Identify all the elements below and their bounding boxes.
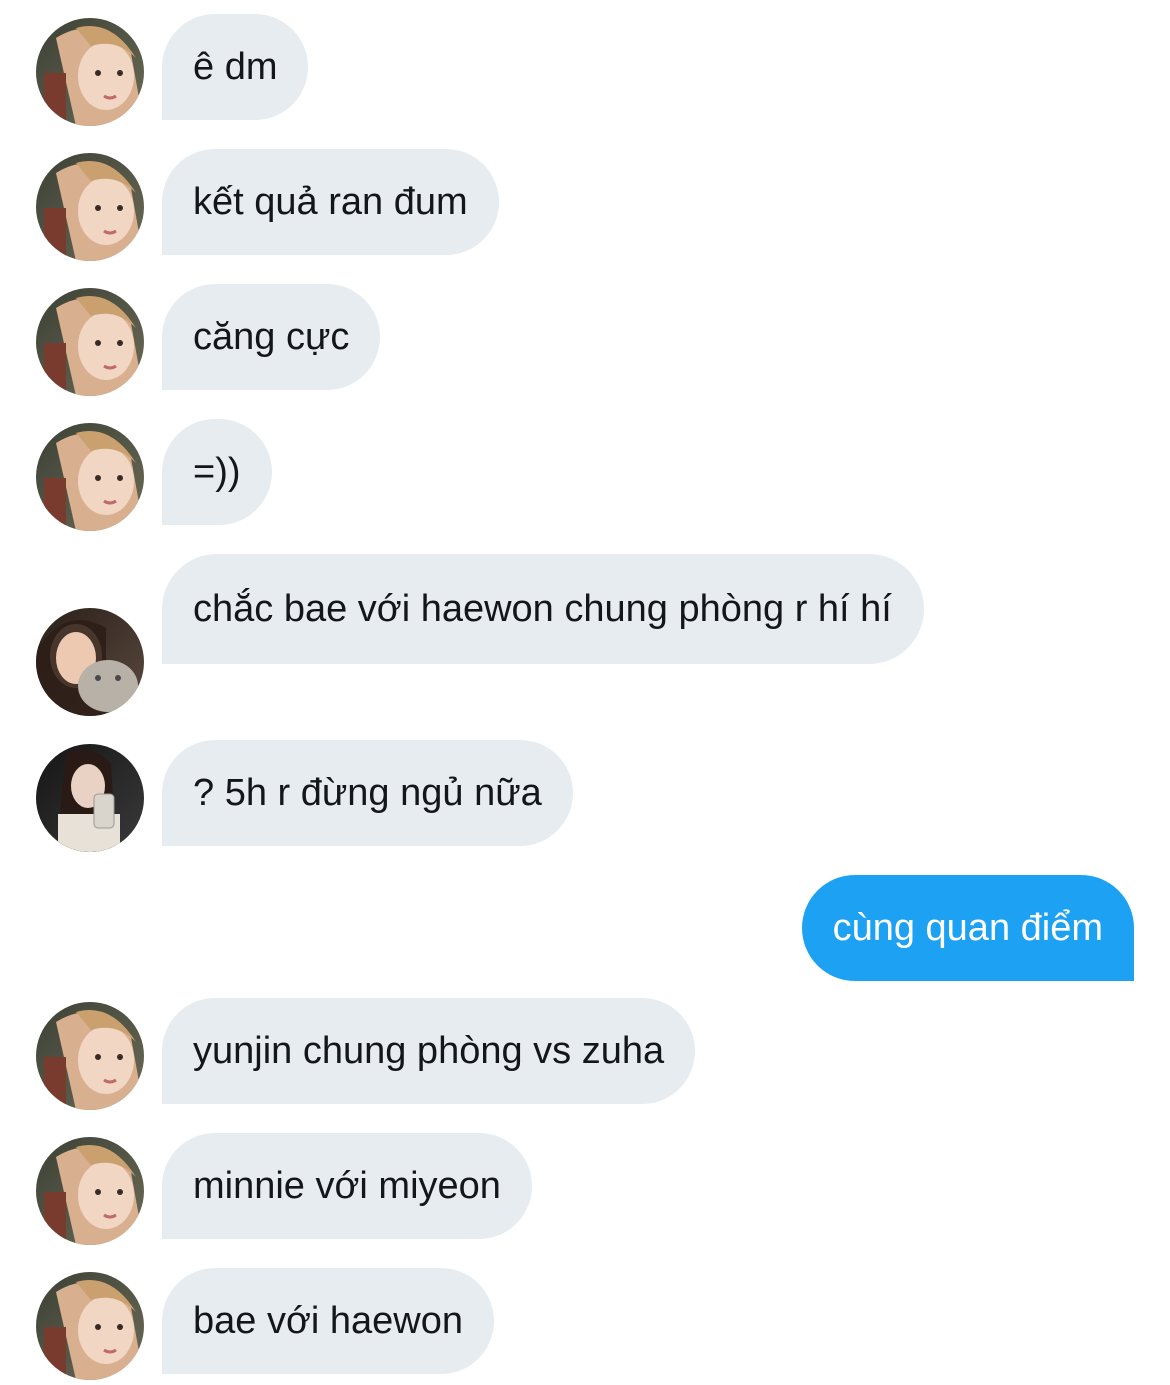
avatar[interactable] — [36, 744, 144, 852]
message-bubble[interactable]: ê dm — [162, 14, 309, 120]
message-bubble[interactable]: chắc bae với haewon chung phòng r hí hí — [162, 554, 924, 664]
message-bubble[interactable]: bae với haewon — [162, 1268, 494, 1374]
message-bubble-outgoing[interactable]: cùng quan điểm — [801, 875, 1134, 981]
avatar[interactable] — [36, 18, 144, 126]
avatar[interactable] — [36, 288, 144, 396]
message-bubble[interactable]: =)) — [162, 419, 272, 525]
message-bubble[interactable]: ? 5h r đừng ngủ nữa — [162, 740, 573, 846]
message-bubble[interactable]: minnie với miyeon — [162, 1133, 532, 1239]
avatar[interactable] — [36, 1272, 144, 1380]
avatar[interactable] — [36, 1137, 144, 1245]
avatar[interactable] — [36, 153, 144, 261]
avatar[interactable] — [36, 1002, 144, 1110]
avatar[interactable] — [36, 608, 144, 716]
message-bubble[interactable]: yunjin chung phòng vs zuha — [162, 998, 696, 1104]
message-bubble[interactable]: kết quả ran đum — [162, 149, 499, 255]
message-bubble[interactable]: căng cực — [162, 284, 381, 390]
avatar[interactable] — [36, 423, 144, 531]
